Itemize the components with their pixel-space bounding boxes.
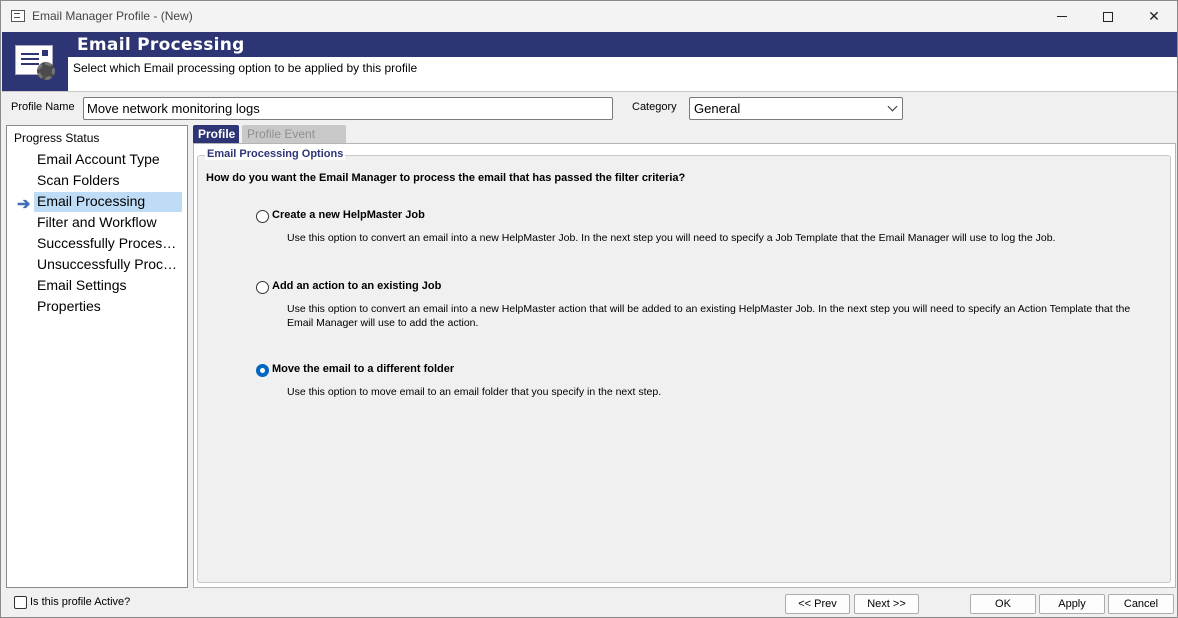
- header-banner: Email Processing Select which Email proc…: [2, 32, 1177, 92]
- option-description: Use this option to convert an email into…: [287, 303, 1131, 329]
- group-title: Email Processing Options: [205, 148, 346, 160]
- email-manager-profile-window: Email Manager Profile - (New) ✕ Email Pr…: [0, 0, 1178, 618]
- app-icon: [11, 10, 25, 22]
- maximize-button[interactable]: [1085, 1, 1131, 32]
- banner-icon-area: [2, 32, 68, 91]
- cancel-button[interactable]: Cancel: [1108, 594, 1174, 614]
- option-label[interactable]: Add an action to an existing Job: [272, 280, 441, 292]
- maximize-icon: [1103, 11, 1113, 22]
- apply-button[interactable]: Apply: [1039, 594, 1105, 614]
- profile-name-input[interactable]: Move network monitoring logs: [83, 97, 613, 120]
- active-checkbox[interactable]: [14, 596, 27, 609]
- prev-button[interactable]: << Prev: [785, 594, 850, 614]
- tab-profile[interactable]: Profile: [193, 125, 239, 143]
- category-select[interactable]: General: [689, 97, 903, 120]
- category-value: General: [694, 101, 741, 116]
- radio-create-job[interactable]: [256, 210, 269, 223]
- step-unsuccessfully-processed[interactable]: Unsuccessfully Processed: [34, 255, 182, 275]
- step-filter-and-workflow[interactable]: Filter and Workflow: [34, 213, 182, 233]
- radio-add-action[interactable]: [256, 281, 269, 294]
- close-icon: ✕: [1148, 8, 1160, 24]
- option-label[interactable]: Move the email to a different folder: [272, 363, 454, 375]
- page-subtitle: Select which Email processing option to …: [73, 61, 418, 75]
- window-title: Email Manager Profile - (New): [32, 9, 193, 23]
- minimize-icon: [1057, 16, 1067, 17]
- title-bar: Email Manager Profile - (New) ✕: [1, 1, 1177, 32]
- ok-button[interactable]: OK: [970, 594, 1036, 614]
- profile-name-label: Profile Name: [11, 101, 75, 113]
- step-email-account-type[interactable]: Email Account Type: [34, 150, 182, 170]
- banner-title-bar: Email Processing: [68, 32, 1177, 57]
- current-step-arrow-icon: ➔: [17, 196, 31, 213]
- step-scan-folders[interactable]: Scan Folders: [34, 171, 182, 191]
- minimize-button[interactable]: [1039, 1, 1085, 32]
- category-label: Category: [632, 101, 677, 113]
- next-button[interactable]: Next >>: [854, 594, 919, 614]
- processing-question: How do you want the Email Manager to pro…: [206, 172, 686, 184]
- step-email-settings[interactable]: Email Settings: [34, 276, 182, 296]
- option-description: Use this option to move email to an emai…: [287, 386, 662, 398]
- step-email-processing[interactable]: Email Processing: [34, 192, 182, 212]
- active-checkbox-label[interactable]: Is this profile Active?: [30, 596, 130, 608]
- option-description: Use this option to convert an email into…: [287, 232, 1056, 244]
- page-title: Email Processing: [77, 35, 245, 55]
- option-label[interactable]: Create a new HelpMaster Job: [272, 209, 425, 221]
- chevron-down-icon: [887, 101, 898, 112]
- radio-move-email[interactable]: [256, 364, 269, 377]
- gear-icon: [37, 62, 55, 80]
- step-properties[interactable]: Properties: [34, 297, 182, 317]
- tab-profile-event-logs[interactable]: Profile Event Logs: [242, 125, 346, 155]
- progress-header: Progress Status: [14, 131, 100, 145]
- progress-panel: Progress Status ➔ Email Account Type Sca…: [6, 125, 188, 588]
- close-button[interactable]: ✕: [1131, 1, 1177, 32]
- step-successfully-processed[interactable]: Successfully Processed: [34, 234, 182, 254]
